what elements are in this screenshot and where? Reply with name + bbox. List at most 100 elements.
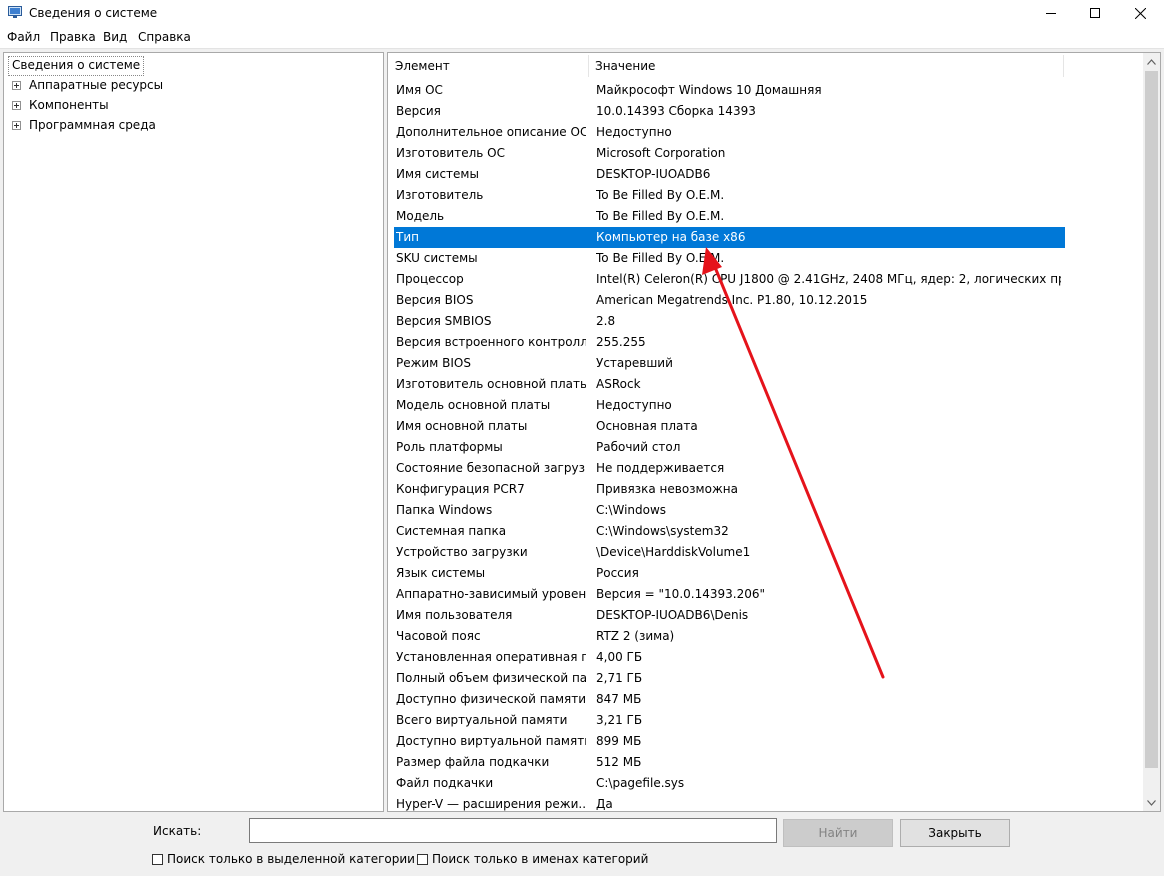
- cell-item: Модель основной платы: [396, 398, 551, 412]
- table-row[interactable]: Имя ОС Майкрософт Windows 10 Домашняя: [394, 80, 1065, 101]
- table-row[interactable]: Версия BIOS American Megatrends Inc. P1.8…: [394, 290, 1065, 311]
- checkbox-box[interactable]: [152, 853, 163, 865]
- table-row[interactable]: Системная папка C:\Windows\system32: [394, 521, 1065, 542]
- tree-item-components[interactable]: Компоненты: [29, 96, 109, 114]
- cell-value: DESKTOP-IUOADB6: [596, 167, 711, 181]
- find-button[interactable]: Найти: [783, 819, 893, 847]
- cell-value: C:\Windows\system32: [596, 524, 729, 538]
- close-dialog-button[interactable]: Закрыть: [900, 819, 1010, 847]
- column-header-value[interactable]: Значение: [588, 53, 1063, 78]
- table-row[interactable]: Всего виртуальной памяти 3,21 ГБ: [394, 710, 1065, 731]
- column-divider[interactable]: [1063, 55, 1064, 77]
- vertical-scrollbar[interactable]: [1143, 53, 1160, 811]
- table-row[interactable]: Версия 10.0.14393 Сборка 14393: [394, 101, 1065, 122]
- cell-value: Microsoft Corporation: [596, 146, 726, 160]
- table-row[interactable]: Папка Windows C:\Windows: [394, 500, 1065, 521]
- menu-help[interactable]: Справка: [138, 30, 191, 44]
- close-button[interactable]: [1116, 0, 1164, 26]
- menu-edit[interactable]: Правка: [50, 30, 96, 44]
- cell-value: To Be Filled By O.E.M.: [596, 251, 725, 265]
- checkbox-box[interactable]: [417, 853, 428, 865]
- cell-item: Имя системы: [396, 167, 479, 181]
- cell-item: Имя основной платы: [396, 419, 528, 433]
- table-row[interactable]: Изготовитель To Be Filled By O.E.M.: [394, 185, 1065, 206]
- cell-value: Устаревший: [596, 356, 673, 370]
- cell-value: Рабочий стол: [596, 440, 681, 454]
- scroll-up-button[interactable]: [1143, 53, 1160, 70]
- checkbox-search-selected-category[interactable]: Поиск только в выделенной категории: [152, 852, 415, 866]
- menu-bar: Файл Правка Вид Справка: [0, 26, 1164, 49]
- checkbox-search-category-names[interactable]: Поиск только в именах категорий: [417, 852, 648, 866]
- list-header: Элемент Значение: [388, 53, 1142, 78]
- title-bar: Сведения о системе: [0, 0, 1164, 26]
- scroll-down-button[interactable]: [1143, 794, 1160, 811]
- table-row[interactable]: Роль платформы Рабочий стол: [394, 437, 1065, 458]
- table-row[interactable]: Конфигурация PCR7 Привязка невозможна: [394, 479, 1065, 500]
- menu-file[interactable]: Файл: [7, 30, 40, 44]
- cell-value: ASRock: [596, 377, 641, 391]
- table-row[interactable]: SKU системы To Be Filled By O.E.M.: [394, 248, 1065, 269]
- cell-value: Майкрософт Windows 10 Домашняя: [596, 83, 822, 97]
- menu-view[interactable]: Вид: [103, 30, 127, 44]
- table-row[interactable]: Дополнительное описание ОС Недоступно: [394, 122, 1065, 143]
- table-row[interactable]: Версия SMBIOS 2.8: [394, 311, 1065, 332]
- cell-item: Всего виртуальной памяти: [396, 713, 568, 727]
- table-row[interactable]: Режим BIOS Устаревший: [394, 353, 1065, 374]
- cell-item: Доступно виртуальной памяти: [396, 734, 586, 748]
- table-row[interactable]: Имя пользователя DESKTOP-IUOADB6\Denis: [394, 605, 1065, 626]
- cell-item: Аппаратно-зависимый уровен...: [396, 587, 586, 601]
- cell-value: C:\Windows: [596, 503, 667, 517]
- cell-value: 2,71 ГБ: [596, 671, 643, 685]
- cell-value: 2.8: [596, 314, 616, 328]
- table-row[interactable]: Процессор Intel(R) Celeron(R) CPU J1800 @…: [394, 269, 1065, 290]
- table-row[interactable]: Модель основной платы Недоступно: [394, 395, 1065, 416]
- table-row[interactable]: Изготовитель основной платы ASRock: [394, 374, 1065, 395]
- table-row[interactable]: Состояние безопасной загруз... Не поддерж…: [394, 458, 1065, 479]
- table-row[interactable]: Часовой пояс RTZ 2 (зима): [394, 626, 1065, 647]
- minimize-button[interactable]: [1027, 0, 1075, 26]
- expand-plus-icon[interactable]: [12, 121, 21, 130]
- cell-item: Папка Windows: [396, 503, 493, 517]
- table-row[interactable]: Размер файла подкачки 512 МБ: [394, 752, 1065, 773]
- table-row[interactable]: Полный объем физической па... 2,71 ГБ: [394, 668, 1065, 689]
- table-row[interactable]: Версия встроенного контролл... 255.255: [394, 332, 1065, 353]
- cell-item: Имя пользователя: [396, 608, 513, 622]
- expand-plus-icon[interactable]: [12, 81, 21, 90]
- table-row[interactable]: Доступно виртуальной памяти 899 МБ: [394, 731, 1065, 752]
- cell-value: Компьютер на базе x86: [596, 230, 746, 244]
- search-input[interactable]: [249, 818, 777, 843]
- maximize-button[interactable]: [1071, 0, 1119, 26]
- expand-plus-icon[interactable]: [12, 101, 21, 110]
- table-row[interactable]: Язык системы Россия: [394, 563, 1065, 584]
- cell-item: Конфигурация PCR7: [396, 482, 525, 496]
- cell-item: Доступно физической памяти: [396, 692, 586, 706]
- table-row[interactable]: Модель To Be Filled By O.E.M.: [394, 206, 1065, 227]
- cell-value: 10.0.14393 Сборка 14393: [596, 104, 756, 118]
- cell-item: Тип: [396, 230, 419, 244]
- column-header-item[interactable]: Элемент: [388, 53, 588, 78]
- tree-item-software-environment[interactable]: Программная среда: [29, 116, 156, 134]
- table-row[interactable]: Аппаратно-зависимый уровен... Версия = "1…: [394, 584, 1065, 605]
- table-row[interactable]: Имя основной платы Основная плата: [394, 416, 1065, 437]
- cell-value: DESKTOP-IUOADB6\Denis: [596, 608, 749, 622]
- table-row[interactable]: Hyper-V — расширения режи... Да: [394, 794, 1065, 811]
- tree-item-hardware-resources[interactable]: Аппаратные ресурсы: [29, 76, 163, 94]
- cell-value: \Device\HarddiskVolume1: [596, 545, 751, 559]
- minimize-icon: [1046, 13, 1056, 14]
- cell-item: Файл подкачки: [396, 776, 494, 790]
- scrollbar-thumb[interactable]: [1145, 71, 1158, 768]
- tree-item-system-summary[interactable]: Сведения о системе: [8, 56, 145, 76]
- cell-item: Системная папка: [396, 524, 507, 538]
- table-row[interactable]: Изготовитель ОС Microsoft Corporation: [394, 143, 1065, 164]
- checkbox-label: Поиск только в выделенной категории: [167, 852, 415, 866]
- cell-item: Дополнительное описание ОС: [396, 125, 586, 139]
- table-row[interactable]: Доступно физической памяти 847 МБ: [394, 689, 1065, 710]
- table-row[interactable]: Устройство загрузки \Device\HarddiskVolum…: [394, 542, 1065, 563]
- table-row[interactable]: Файл подкачки C:\pagefile.sys: [394, 773, 1065, 794]
- table-row[interactable]: Тип Компьютер на базе x86: [394, 227, 1065, 248]
- cell-value: Недоступно: [596, 398, 672, 412]
- table-row[interactable]: Имя системы DESKTOP-IUOADB6: [394, 164, 1065, 185]
- maximize-icon: [1090, 8, 1100, 18]
- cell-item: Версия SMBIOS: [396, 314, 492, 328]
- table-row[interactable]: Установленная оперативная п... 4,00 ГБ: [394, 647, 1065, 668]
